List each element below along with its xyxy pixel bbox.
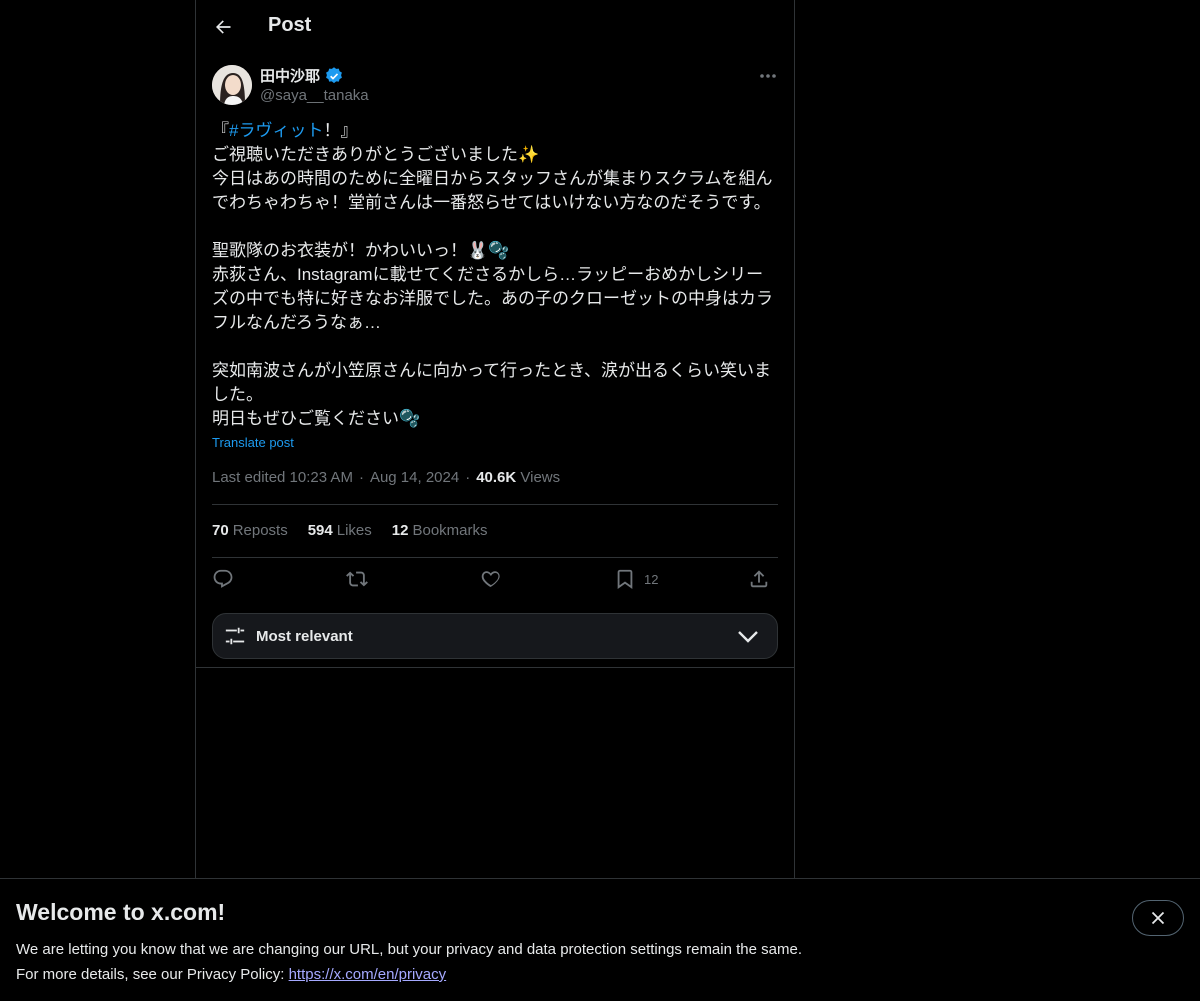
bookmark-count: 12 (644, 571, 659, 587)
views: 40.6K Views (476, 469, 560, 486)
sort-label: Most relevant (256, 627, 353, 645)
chevron-down-icon (738, 631, 758, 643)
edited-time[interactable]: Last edited 10:23 AM (212, 469, 353, 486)
like-button[interactable] (480, 568, 502, 590)
post-line (212, 335, 778, 359)
main-column: Post 田中沙耶 @saya__tanaka 『#ラヴィット！』 ご視聴いただ… (195, 0, 795, 878)
bookmark-icon (617, 569, 633, 589)
divider (212, 557, 778, 558)
back-arrow-icon (216, 20, 231, 34)
likes-count: 594 (307, 522, 333, 539)
back-button[interactable] (210, 14, 236, 40)
page-title: Post (268, 14, 312, 36)
post-line: フルなんだろうなぁ… (212, 313, 381, 332)
translate-post-link[interactable]: Translate post (212, 435, 294, 450)
privacy-policy-link[interactable]: https://x.com/en/privacy (289, 966, 447, 983)
bookmarks-stat[interactable]: 12 Bookmarks (392, 522, 488, 539)
reposts-count: 70 (212, 522, 229, 539)
likes-stat[interactable]: 594 Likes (308, 522, 372, 539)
post-line: 今日はあの時間のために全曜日からスタッフさんが集まりスクラムを組ん (212, 169, 773, 188)
share-icon (750, 570, 768, 588)
close-banner-button[interactable] (1132, 900, 1184, 936)
post-first-line: 『#ラヴィット！』 (212, 119, 778, 143)
share-button[interactable] (748, 568, 770, 590)
author-name-row[interactable]: 田中沙耶 (260, 65, 344, 86)
more-button[interactable] (756, 66, 780, 86)
more-icon (760, 74, 776, 78)
close-icon (1151, 911, 1165, 925)
avatar[interactable] (212, 65, 252, 105)
hashtag-link[interactable]: #ラヴィット (229, 121, 323, 140)
engagement-stats: 70 Reposts 594 Likes 12 Bookmarks (212, 522, 488, 539)
like-icon (481, 571, 500, 587)
post-line: した。 (212, 385, 263, 404)
repost-button[interactable] (346, 568, 368, 590)
likes-label: Likes (336, 522, 372, 539)
bookmarks-label: Bookmarks (412, 522, 488, 539)
banner-title: Welcome to x.com! (16, 899, 226, 925)
post-line: 突如南波さんが小笠原さんに向かって行ったとき、涙が出るくらい笑いま (212, 361, 771, 380)
author-handle[interactable]: @saya__tanaka (260, 87, 369, 104)
post-text: 『#ラヴィット！』 ご視聴いただきありがとうございました✨ 今日はあの時間のため… (212, 119, 778, 431)
post-meta: Last edited 10:23 AM · Aug 14, 2024 · 40… (212, 469, 560, 486)
welcome-banner: Welcome to x.com! We are letting you kno… (0, 878, 1200, 1001)
views-label: Views (520, 469, 561, 486)
bookmark-button[interactable]: 12 (614, 568, 658, 590)
views-count: 40.6K (476, 469, 517, 486)
verified-badge-icon (326, 66, 342, 83)
bookmarks-count: 12 (391, 522, 409, 539)
meta-separator: · (358, 469, 364, 486)
post-line: 明日もぜひご覧ください🫧 (212, 409, 421, 428)
divider (196, 667, 794, 668)
banner-line-2: For more details, see our Privacy Policy… (16, 962, 802, 987)
reply-icon (213, 569, 233, 588)
reply-sort-dropdown[interactable]: Most relevant (212, 613, 778, 659)
post-line: ズの中でも特に好きなお洋服でした。あの子のクローゼットの中身はカラ (212, 289, 773, 308)
reposts-stat[interactable]: 70 Reposts (212, 522, 288, 539)
post-line: 赤荻さん、Instagramに載せてくださるかしら…ラッピーおめかしシリー (212, 265, 764, 284)
post-line: でわちゃわちゃ！堂前さんは一番怒らせてはいけない方なのだそうです。 (212, 193, 771, 212)
banner-line-2-prefix: For more details, see our Privacy Policy… (16, 966, 289, 983)
meta-separator: · (465, 469, 471, 486)
header: Post (196, 0, 794, 54)
divider (212, 504, 778, 505)
banner-line-1: We are letting you know that we are chan… (16, 941, 802, 958)
banner-text: We are letting you know that we are chan… (16, 937, 802, 987)
post-close-bracket: ！』 (323, 121, 358, 140)
action-bar: 12 (212, 568, 778, 596)
post-line (212, 215, 778, 239)
avatar-image (212, 65, 252, 105)
post-date[interactable]: Aug 14, 2024 (370, 469, 459, 486)
reply-button[interactable] (212, 568, 234, 590)
post-line: ご視聴いただきありがとうございました✨ (212, 145, 540, 164)
post-line: 聖歌隊のお衣装が！かわいいっ！🐰🫧 (212, 241, 510, 260)
filter-icon (225, 627, 245, 645)
reposts-label: Reposts (232, 522, 288, 539)
author-display-name[interactable]: 田中沙耶 (260, 65, 320, 86)
repost-icon (346, 571, 368, 587)
post-open-bracket: 『 (212, 121, 229, 140)
